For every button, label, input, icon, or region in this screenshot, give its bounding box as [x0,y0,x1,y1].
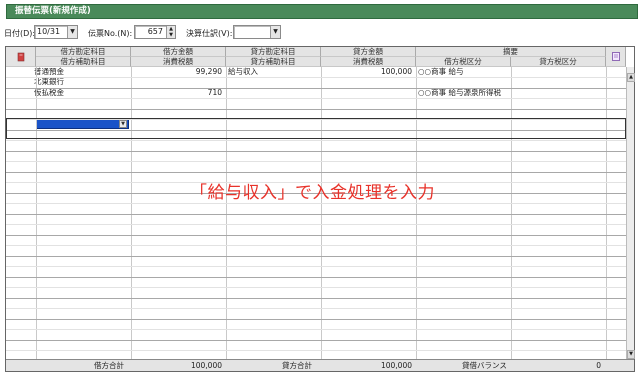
row3-debit-amount[interactable]: 710 [134,88,222,98]
col-credit-amount: 貸方金額 [321,47,416,57]
closing-entry-select[interactable]: ▼ [233,25,281,39]
grid-row-line [6,108,626,110]
grid-row-line [6,203,626,204]
grid-row-line [6,276,626,278]
grid-row-line [6,77,626,78]
row1-debit-account[interactable]: 普通預金 [34,67,64,77]
totals-bar: 借方合計 100,000 貸方合計 100,000 貸借バランス 0 [6,359,634,371]
balance-label: 貸借バランス [462,361,507,370]
col-debit-tax-class: 借方税区分 [416,57,511,67]
debit-total-label: 借方合計 [94,361,124,370]
col-debit-sub: 借方補助科目 [36,57,131,67]
col-debit-amount: 借方金額 [131,47,226,57]
credit-total-label: 貸方合計 [282,361,312,370]
grid-row-line [6,255,626,257]
grid-row-line [6,171,626,173]
spinner-arrows-icon[interactable]: ▲ ▼ [166,26,175,38]
row1-summary[interactable]: ○○商事 給与 [418,67,463,77]
scroll-up-icon[interactable]: ▲ [627,73,635,82]
closing-entry-label: 決算仕訳(V): [186,29,233,38]
date-combo[interactable]: 10/31 ▼ [34,25,78,39]
col-credit-account: 貸方勘定科目 [226,47,321,57]
chevron-down-icon[interactable]: ▼ [270,26,280,38]
window-title: 振替伝票(新規作成) [6,4,638,19]
grid-header: 借方勘定科目 借方金額 貸方勘定科目 貸方金額 摘要 借方補助科目 消費税額 貸… [6,47,626,67]
balance-value: 0 [596,361,601,370]
grid-row-line [6,245,626,246]
grid-row-line [6,350,626,351]
row1-credit-account[interactable]: 給与収入 [228,67,258,77]
grid-body[interactable]: 普通預金 99,290 給与収入 100,000 ○○商事 給与 北東銀行 仮払… [6,67,626,359]
col-debit-account: 借方勘定科目 [36,47,131,57]
slip-no-spinner[interactable]: 657 ▲ ▼ [134,25,176,39]
col-memo-header[interactable] [606,47,626,67]
grid-row-line [6,318,626,320]
grid-row-line [6,140,626,141]
col-credit-tax: 消費税額 [321,57,416,67]
slip-no-value: 657 [147,27,163,36]
grid-row-line [6,150,626,152]
instruction-annotation: 「給与収入」で入金処理を入力 [190,183,435,203]
col-debit-tax: 消費税額 [131,57,226,67]
scroll-down-icon[interactable]: ▼ [627,350,635,359]
memo-icon [611,52,620,61]
row1-debit-amount[interactable]: 99,290 [134,67,222,77]
col-credit-sub: 貸方補助科目 [226,57,321,67]
grid-row-line [6,266,626,267]
grid-row-line [6,234,626,236]
grid-row-line [6,287,626,288]
grid-row-line [6,339,626,341]
chevron-down-icon[interactable]: ▼ [67,26,77,38]
grid-row-line [6,213,626,215]
book-icon [17,52,24,62]
row3-summary[interactable]: ○○商事 給与源泉所得税 [418,88,501,98]
row3-debit-account[interactable]: 仮払税金 [34,88,64,98]
grid-row-line [6,224,626,225]
grid-row-line [6,161,626,162]
col-credit-tax-class: 貸方税区分 [511,57,606,67]
date-label: 日付(D): [4,29,36,38]
slip-no-label: 伝票No.(N): [88,29,133,38]
credit-total-value: 100,000 [380,361,412,370]
grid-row-line [6,98,626,99]
window-titlebar: 振替伝票(新規作成) [0,0,640,22]
journal-grid: 借方勘定科目 借方金額 貸方勘定科目 貸方金額 摘要 借方補助科目 消費税額 貸… [5,46,635,372]
col-summary: 摘要 [416,47,606,57]
vertical-scrollbar[interactable]: ▲ ▼ [626,67,635,359]
row-marker-header [6,47,36,67]
row1-credit-amount[interactable]: 100,000 [324,67,412,77]
date-value: 10/31 [37,27,61,36]
grid-row-line [6,87,626,89]
debit-total-value: 100,000 [190,361,222,370]
row2-debit-account[interactable]: 北東銀行 [34,77,64,87]
grid-row-line [6,308,626,309]
grid-row-line [6,329,626,330]
current-entry-row[interactable] [6,118,626,139]
grid-row-line [6,297,626,299]
slip-toolbar: 日付(D): 10/31 ▼ 伝票No.(N): 657 ▲ ▼ 決算仕訳(V):… [0,24,640,42]
